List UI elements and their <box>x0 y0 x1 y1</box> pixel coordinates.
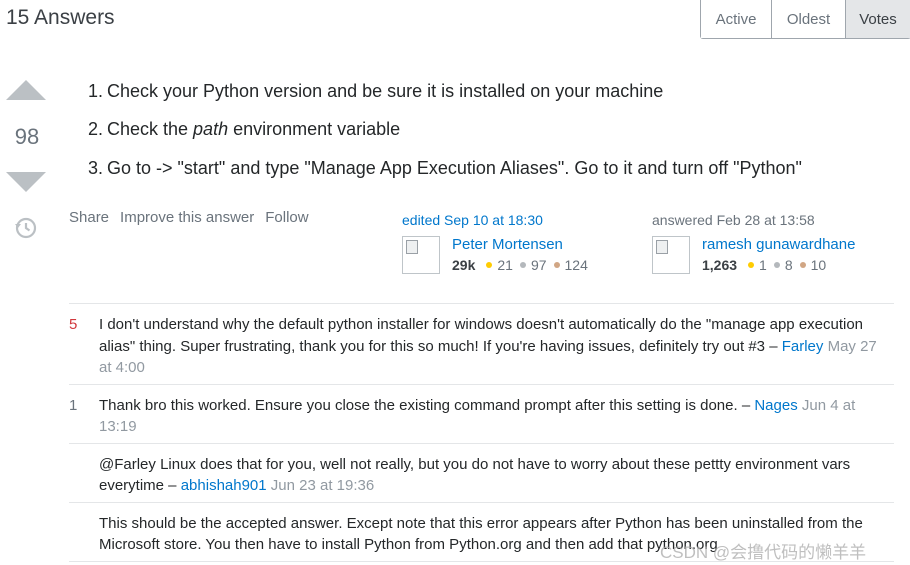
tab-active[interactable]: Active <box>701 0 772 38</box>
author-user-link[interactable]: ramesh gunawardhane <box>702 236 855 257</box>
user-reputation: 29k 21 97 124 <box>452 257 588 273</box>
gold-badge-count: 21 <box>497 257 513 273</box>
silver-badge-icon <box>519 262 526 268</box>
author-signature: answered Feb 28 at 13:58 ramesh gunaward… <box>652 212 855 274</box>
tab-votes[interactable]: Votes <box>846 0 910 38</box>
editor-signature: edited Sep 10 at 18:30 Peter Mortensen 2… <box>402 212 588 274</box>
post-menu: Share Improve this answer Follow <box>69 209 309 226</box>
silver-badge-count: 8 <box>784 257 793 273</box>
comment-user-link[interactable]: Nages <box>754 397 797 414</box>
avatar[interactable] <box>402 236 440 274</box>
comment-score <box>69 454 99 497</box>
comment-date[interactable]: Jun 23 at 19:36 <box>271 477 374 494</box>
comment: 1 Thank bro this worked. Ensure you clos… <box>69 385 894 444</box>
gold-badge-count: 1 <box>759 257 767 273</box>
comment-body: I don't understand why the default pytho… <box>99 314 889 379</box>
downvote-arrow-icon[interactable] <box>6 172 46 192</box>
list-item: 1. Check your Python version and be sure… <box>88 72 802 111</box>
watermark: CSDN @会撸代码的懒羊羊 <box>660 543 867 562</box>
edited-link[interactable]: edited Sep 10 at 18:30 <box>402 212 588 232</box>
comment-body: Thank bro this worked. Ensure you close … <box>99 395 889 438</box>
sort-tabs: Active Oldest Votes <box>700 0 910 39</box>
reputation-score: 1,263 <box>702 257 738 273</box>
list-number: 1. <box>88 80 104 101</box>
comment-text: Thank bro this worked. Ensure you close … <box>99 396 755 414</box>
improve-answer-link[interactable]: Improve this answer <box>120 209 254 226</box>
list-item: 3. Go to -> "start" and type "Manage App… <box>88 149 802 188</box>
bronze-badge-count: 124 <box>564 257 588 273</box>
user-reputation: 1,263 1 8 10 <box>702 257 855 273</box>
silver-badge-icon <box>773 262 780 268</box>
silver-badge-count: 97 <box>530 257 547 273</box>
comment: 5 I don't understand why the default pyt… <box>69 304 894 385</box>
answers-count-header: 15 Answers <box>6 6 115 29</box>
avatar[interactable] <box>652 236 690 274</box>
comment-score: 1 <box>69 396 78 414</box>
list-text: Check your Python version and be sure it… <box>107 80 664 101</box>
comment: @Farley Linux does that for you, well no… <box>69 444 894 503</box>
comment-score: 5 <box>69 316 78 333</box>
bronze-badge-icon <box>553 262 560 268</box>
comment-score <box>69 513 99 556</box>
emphasis-text: path <box>193 119 229 140</box>
list-text: Go to -> "start" and type "Manage App Ex… <box>107 157 802 178</box>
editor-user-link[interactable]: Peter Mortensen <box>452 236 588 257</box>
vote-count: 98 <box>14 124 40 149</box>
upvote-arrow-icon[interactable] <box>6 80 46 100</box>
gold-badge-icon <box>748 262 755 268</box>
share-link[interactable]: Share <box>69 209 109 226</box>
comment-body: @Farley Linux does that for you, well no… <box>99 454 889 497</box>
answer-body: 1. Check your Python version and be sure… <box>88 72 802 188</box>
tab-oldest[interactable]: Oldest <box>772 0 846 38</box>
bronze-badge-count: 10 <box>810 257 827 273</box>
comment-text: I don't understand why the default pytho… <box>99 316 864 355</box>
bronze-badge-icon <box>799 262 806 268</box>
comments-list: 5 I don't understand why the default pyt… <box>69 303 894 562</box>
follow-link[interactable]: Follow <box>265 209 308 226</box>
history-icon[interactable] <box>13 215 39 241</box>
list-number: 3. <box>88 157 104 178</box>
gold-badge-icon <box>486 262 493 268</box>
list-number: 2. <box>88 119 104 140</box>
reputation-score: 29k <box>452 257 476 273</box>
answered-timestamp: answered Feb 28 at 13:58 <box>652 212 815 228</box>
list-item: 2. Check the path environment variable <box>88 111 802 150</box>
comment-user-link[interactable]: abhishah901 <box>181 477 267 494</box>
list-text: Check the path environment variable <box>107 119 401 140</box>
comment-user-link[interactable]: Farley <box>782 338 824 355</box>
